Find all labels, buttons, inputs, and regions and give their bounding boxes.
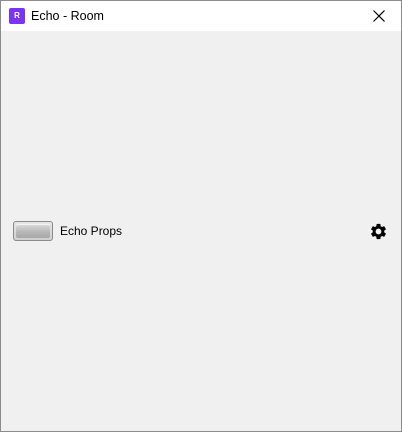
- toggle-knob: [16, 224, 50, 238]
- content-area: Echo Props: [1, 31, 401, 431]
- app-icon: R: [9, 8, 25, 24]
- window-title: Echo - Room: [31, 9, 104, 23]
- close-button[interactable]: [357, 1, 401, 31]
- echo-props-toggle[interactable]: [13, 221, 53, 241]
- echo-props-label: Echo Props: [60, 224, 123, 238]
- settings-button[interactable]: [369, 222, 388, 241]
- close-icon: [373, 10, 385, 22]
- gear-icon: [371, 223, 386, 240]
- app-window: R Echo - Room Echo Props: [0, 0, 402, 432]
- title-bar: R Echo - Room: [1, 1, 401, 31]
